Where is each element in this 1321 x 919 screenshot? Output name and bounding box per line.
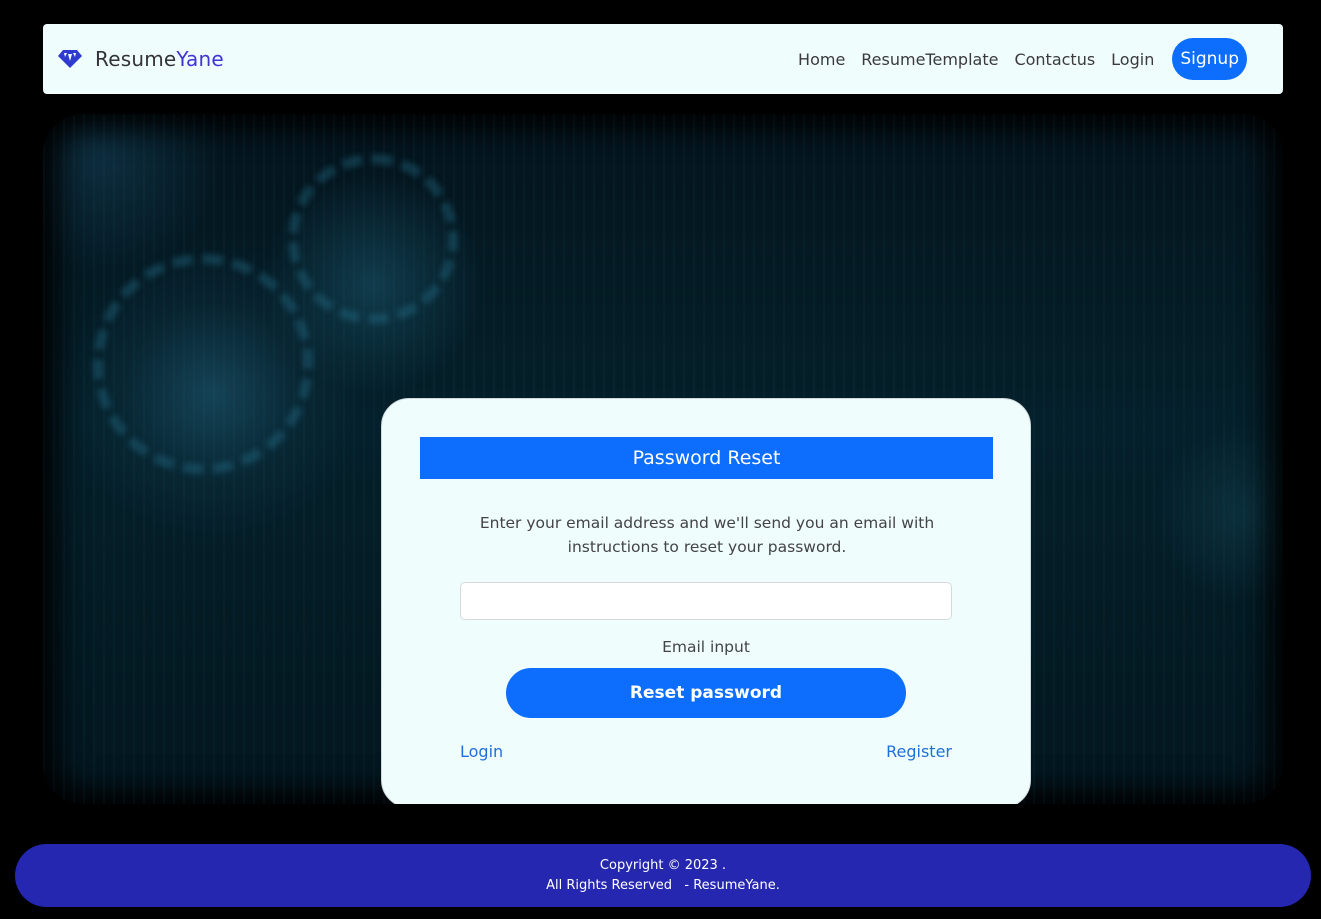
nav-contact-us[interactable]: Contactus: [1014, 50, 1095, 69]
diamond-icon: [58, 50, 82, 68]
hero-background: Password Reset Enter your email address …: [43, 114, 1283, 804]
footer-rights: All Rights Reserved - ResumeYane.: [546, 877, 780, 893]
gear-decoration: [288, 154, 458, 324]
register-link[interactable]: Register: [886, 742, 952, 761]
signup-button[interactable]: Signup: [1172, 38, 1247, 80]
brand-logo-link[interactable]: ResumeYane: [57, 47, 224, 71]
footer-copyright: Copyright © 2023 .: [599, 857, 727, 873]
brand-name: ResumeYane: [95, 47, 224, 71]
email-input[interactable]: [460, 582, 952, 620]
nav-home[interactable]: Home: [798, 50, 845, 69]
card-description: Enter your email address and we'll send …: [479, 514, 935, 556]
reset-password-button[interactable]: Reset password: [506, 668, 906, 718]
nav-links: Home ResumeTemplate Contactus Login Sign…: [798, 38, 1247, 80]
email-input-label: Email input: [662, 638, 750, 656]
nav-resume-template[interactable]: ResumeTemplate: [861, 50, 998, 69]
password-reset-card: Password Reset Enter your email address …: [381, 398, 1031, 804]
nav-login[interactable]: Login: [1111, 50, 1154, 69]
login-link[interactable]: Login: [460, 742, 503, 761]
gear-decoration: [93, 254, 313, 474]
top-navbar: ResumeYane Home ResumeTemplate Contactus…: [43, 24, 1283, 94]
card-title: Password Reset: [420, 437, 993, 479]
brand-name-main: Resume: [95, 47, 177, 71]
brand-name-accent: Yane: [176, 47, 224, 71]
site-footer: Copyright © 2023 . All Rights Reserved -…: [15, 844, 1311, 907]
